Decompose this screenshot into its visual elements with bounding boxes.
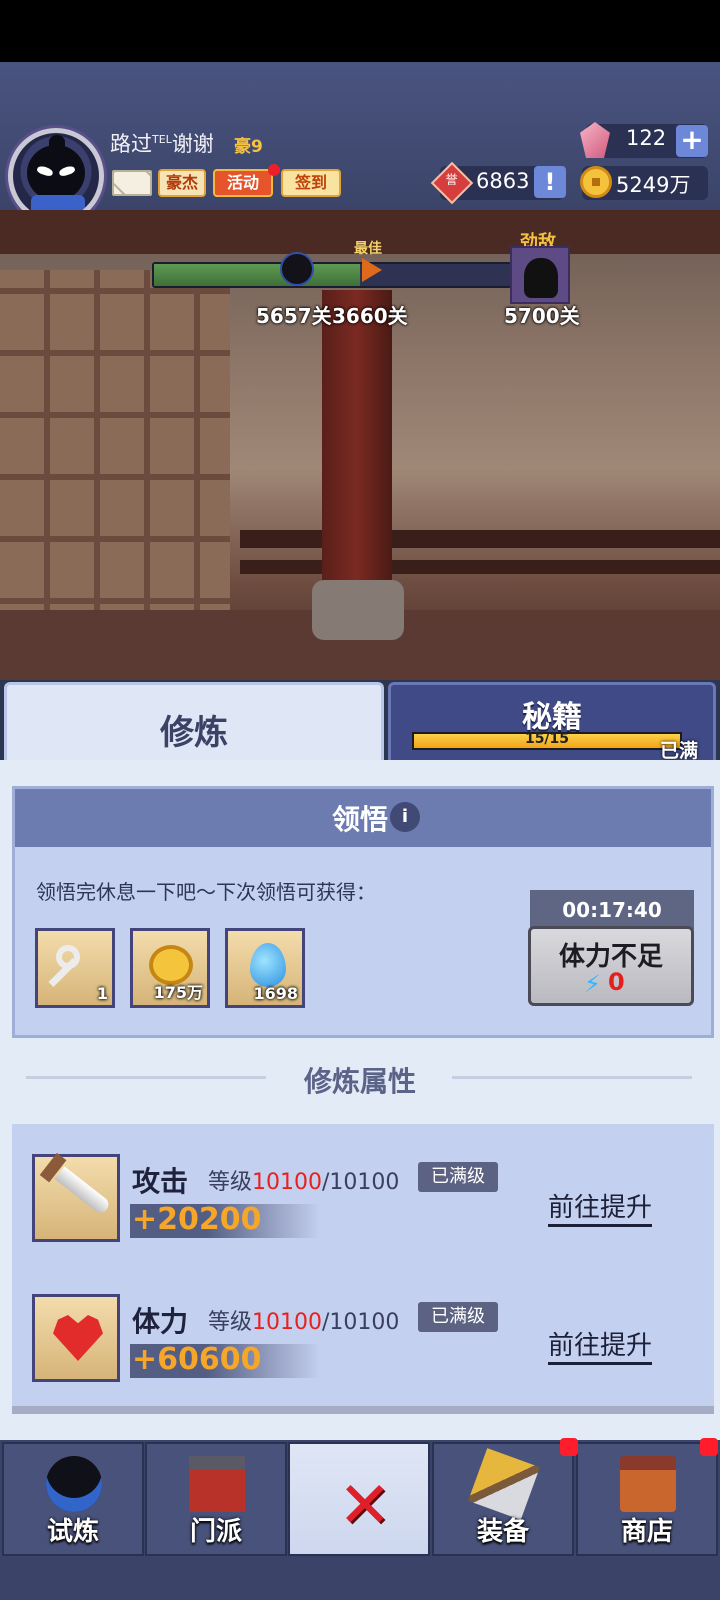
player-name: 路过TEL谢谢 xyxy=(110,132,214,156)
nav-label: 装备 xyxy=(476,1517,529,1547)
stage-progress-fill xyxy=(154,264,360,286)
rival-stage: 5700关 xyxy=(504,304,580,328)
maxed-tag: 已满级 xyxy=(418,1302,498,1332)
notification-dot xyxy=(268,164,280,176)
vip-level: 豪9 xyxy=(234,137,263,157)
sword-icon xyxy=(54,1166,112,1216)
nav-bottom-bar xyxy=(0,1556,720,1600)
sword-icon xyxy=(468,1448,540,1520)
lightning-icon: ⚡ xyxy=(584,970,601,998)
honor-value: 6863 xyxy=(476,169,530,193)
secrets-full-label: 已满 xyxy=(660,740,699,762)
upgrade-attack-link[interactable]: 前往提升 xyxy=(548,1192,653,1227)
attribute-name: 体力 xyxy=(132,1305,189,1338)
attribute-bonus: +60600 xyxy=(132,1342,262,1377)
close-icon: ✕ xyxy=(338,1469,392,1543)
gold-coin-icon xyxy=(580,166,612,198)
attributes-section-title: 修炼属性 xyxy=(303,1065,416,1098)
info-icon[interactable]: i xyxy=(390,802,420,832)
gate-icon xyxy=(189,1456,245,1512)
reward-key[interactable]: 1 xyxy=(35,928,115,1008)
secrets-progress-text: 15/15 xyxy=(524,731,570,747)
cooldown-timer: 00:17:40 xyxy=(530,890,694,930)
mail-icon[interactable] xyxy=(112,170,152,196)
current-stage: 5657关 xyxy=(256,304,332,328)
tab-secrets-label: 秘籍 xyxy=(522,700,582,735)
player-marker-icon xyxy=(280,252,314,286)
nav-close[interactable]: ✕ xyxy=(288,1442,430,1556)
stamina-value: 0 xyxy=(608,968,625,996)
attack-attribute-icon xyxy=(32,1154,120,1242)
heart-icon xyxy=(53,1315,103,1361)
attribute-bonus: +20200 xyxy=(132,1202,262,1237)
nav-label: 商店 xyxy=(620,1517,673,1547)
gold-value: 5249万 xyxy=(616,173,691,197)
divider xyxy=(452,1076,692,1079)
enlightenment-description: 领悟完休息一下吧～下次领悟可获得： xyxy=(36,880,376,904)
nav-shop[interactable]: 商店 xyxy=(576,1442,718,1556)
shop-icon xyxy=(620,1456,676,1512)
nav-label: 试炼 xyxy=(46,1517,99,1547)
nav-equipment[interactable]: 装备 xyxy=(432,1442,574,1556)
nav-trial[interactable]: 试炼 xyxy=(2,1442,144,1556)
key-icon xyxy=(56,945,80,969)
water-drop-icon xyxy=(250,943,286,987)
best-stage: 3660关 xyxy=(332,304,408,328)
reward-count: 175万 xyxy=(153,983,203,1002)
reward-count: 1 xyxy=(96,984,108,1003)
gem-value: 122 xyxy=(626,126,667,150)
reward-water[interactable]: 1698 xyxy=(225,928,305,1008)
notification-dot xyxy=(560,1438,578,1456)
nav-label: 门派 xyxy=(189,1517,242,1547)
notification-dot xyxy=(700,1438,718,1456)
attribute-level: 等级10100/10100 xyxy=(208,1310,400,1335)
upgrade-stamina-link[interactable]: 前往提升 xyxy=(548,1330,653,1365)
event-button[interactable]: 活动 xyxy=(213,169,273,197)
best-label: 最佳 xyxy=(354,241,382,257)
add-gems-button[interactable]: + xyxy=(676,125,708,157)
attribute-name: 攻击 xyxy=(132,1165,189,1198)
tab-cultivate[interactable]: 修炼 xyxy=(4,682,384,762)
sign-in-button[interactable]: 签到 xyxy=(281,169,341,197)
reward-coins[interactable]: 175万 xyxy=(130,928,210,1008)
stamina-attribute-icon xyxy=(32,1294,120,1382)
reward-count: 1698 xyxy=(253,984,298,1003)
maxed-tag: 已满级 xyxy=(418,1162,498,1192)
honor-info-button[interactable]: ! xyxy=(534,166,566,198)
attribute-level: 等级10100/10100 xyxy=(208,1170,400,1195)
nav-sect[interactable]: 门派 xyxy=(145,1442,287,1556)
hero-button[interactable]: 豪杰 xyxy=(158,169,206,197)
status-bar xyxy=(0,0,720,62)
rival-avatar[interactable] xyxy=(510,246,570,304)
best-flag-icon xyxy=(362,258,382,282)
enlightenment-title: 领悟 xyxy=(331,803,388,836)
ninja-icon xyxy=(46,1456,102,1512)
